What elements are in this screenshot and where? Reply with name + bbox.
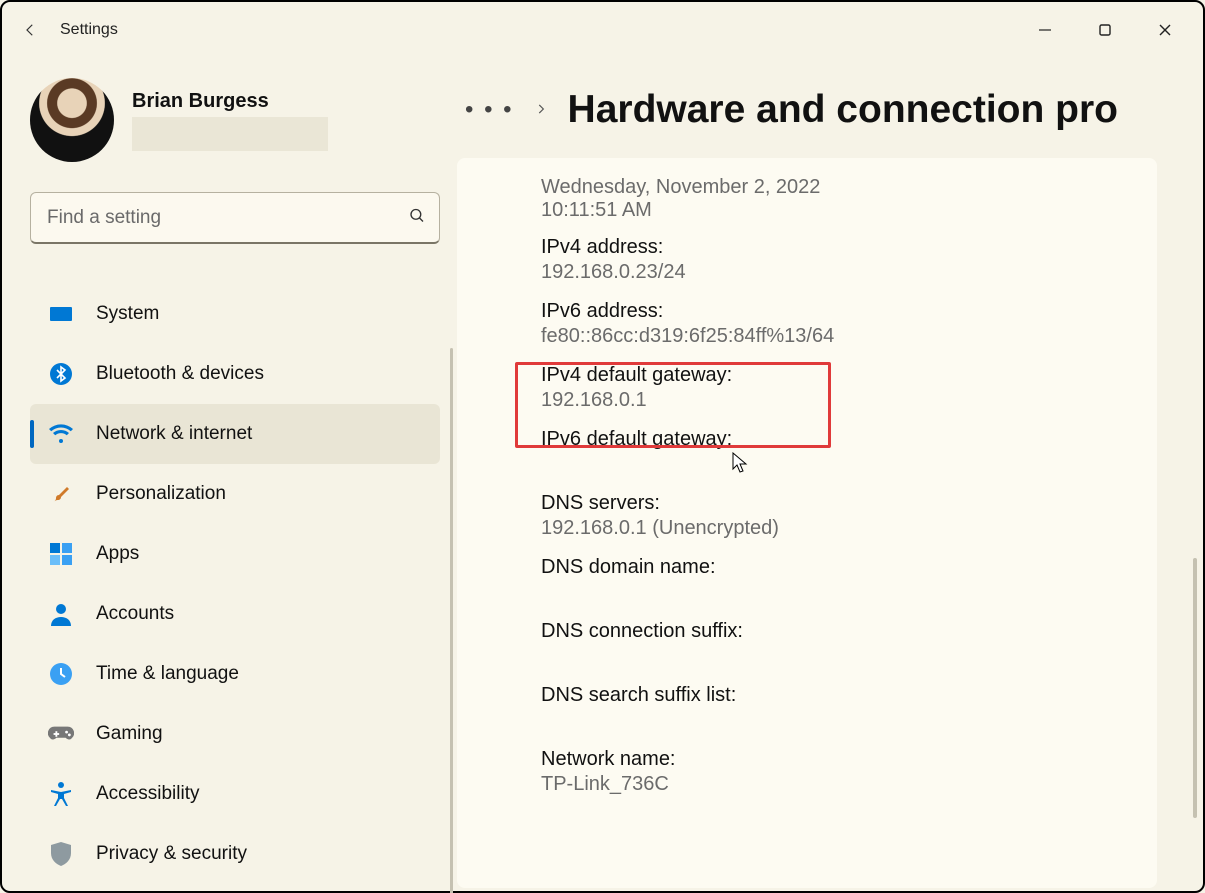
search-wrapper bbox=[30, 192, 440, 244]
sidebar-item-accessibility[interactable]: Accessibility bbox=[30, 764, 440, 824]
breadcrumb-overflow-icon[interactable]: • • • bbox=[465, 98, 514, 122]
ipv6-address-value: fe80::86cc:d319:6f25:84ff%13/64 bbox=[541, 323, 1157, 356]
sidebar-item-personalization[interactable]: Personalization bbox=[30, 464, 440, 524]
accessibility-icon bbox=[48, 781, 74, 807]
breadcrumb: • • • Hardware and connection pro bbox=[457, 88, 1203, 132]
dns-domain-label: DNS domain name: bbox=[541, 548, 1157, 579]
sidebar-item-label: System bbox=[96, 303, 159, 325]
nav-list: System Bluetooth & devices Network & int… bbox=[30, 284, 440, 884]
sidebar-item-label: Gaming bbox=[96, 723, 163, 745]
dns-search-suffix-value bbox=[541, 707, 1157, 740]
profile-email-redacted bbox=[132, 117, 328, 151]
dns-servers-value: 192.168.0.1 (Unencrypted) bbox=[541, 515, 1157, 548]
sidebar-item-privacy[interactable]: Privacy & security bbox=[30, 824, 440, 884]
ipv4-gateway-value: 192.168.0.1 bbox=[541, 387, 1157, 420]
search-icon bbox=[408, 207, 426, 230]
sidebar-item-apps[interactable]: Apps bbox=[30, 524, 440, 584]
content-scrollbar[interactable] bbox=[1193, 558, 1197, 818]
sidebar: Brian Burgess System Bluetooth & de bbox=[2, 58, 457, 891]
titlebar: Settings bbox=[2, 2, 1203, 58]
sidebar-item-label: Personalization bbox=[96, 483, 226, 505]
sidebar-item-bluetooth[interactable]: Bluetooth & devices bbox=[30, 344, 440, 404]
dns-conn-suffix-label: DNS connection suffix: bbox=[541, 612, 1157, 643]
dns-conn-suffix-value bbox=[541, 643, 1157, 676]
close-button[interactable] bbox=[1135, 10, 1195, 50]
sidebar-item-label: Apps bbox=[96, 543, 139, 565]
sidebar-scrollbar[interactable] bbox=[450, 348, 453, 893]
sidebar-item-label: Network & internet bbox=[96, 423, 252, 445]
sidebar-item-system[interactable]: System bbox=[30, 284, 440, 344]
ipv4-address-label: IPv4 address: bbox=[541, 228, 1157, 259]
clock-icon bbox=[48, 661, 74, 687]
ipv4-gateway-label: IPv4 default gateway: bbox=[541, 356, 1157, 387]
sidebar-item-time[interactable]: Time & language bbox=[30, 644, 440, 704]
window-title: Settings bbox=[60, 21, 118, 39]
wifi-icon bbox=[48, 421, 74, 447]
network-name-value: TP-Link_736C bbox=[541, 771, 1157, 804]
ipv6-gateway-label: IPv6 default gateway: bbox=[541, 420, 1157, 451]
back-button[interactable] bbox=[10, 10, 50, 50]
sidebar-item-gaming[interactable]: Gaming bbox=[30, 704, 440, 764]
profile-name: Brian Burgess bbox=[132, 90, 328, 113]
bluetooth-icon bbox=[48, 361, 74, 387]
shield-icon bbox=[48, 841, 74, 867]
chevron-right-icon bbox=[534, 99, 548, 122]
sidebar-item-network[interactable]: Network & internet bbox=[30, 404, 440, 464]
avatar bbox=[30, 78, 114, 162]
network-name-label: Network name: bbox=[541, 740, 1157, 771]
system-icon bbox=[48, 301, 74, 327]
sidebar-item-label: Accessibility bbox=[96, 783, 199, 805]
search-input[interactable] bbox=[30, 192, 440, 244]
minimize-button[interactable] bbox=[1015, 10, 1075, 50]
content-area: • • • Hardware and connection pro Wednes… bbox=[457, 58, 1203, 891]
dns-servers-label: DNS servers: bbox=[541, 484, 1157, 515]
ipv4-address-value: 192.168.0.23/24 bbox=[541, 259, 1157, 292]
sidebar-item-label: Privacy & security bbox=[96, 843, 247, 865]
dns-domain-value bbox=[541, 579, 1157, 612]
sidebar-item-label: Accounts bbox=[96, 603, 174, 625]
user-icon bbox=[48, 601, 74, 627]
details-panel: Wednesday, November 2, 2022 10:11:51 AM … bbox=[457, 158, 1157, 888]
ipv6-gateway-value bbox=[541, 451, 1157, 484]
ipv6-address-label: IPv6 address: bbox=[541, 292, 1157, 323]
sidebar-item-label: Bluetooth & devices bbox=[96, 363, 264, 385]
maximize-button[interactable] bbox=[1075, 10, 1135, 50]
sidebar-item-label: Time & language bbox=[96, 663, 239, 685]
lease-time: 10:11:51 AM bbox=[541, 199, 1157, 228]
dns-search-suffix-label: DNS search suffix list: bbox=[541, 676, 1157, 707]
gamepad-icon bbox=[48, 721, 74, 747]
lease-date: Wednesday, November 2, 2022 bbox=[541, 176, 1157, 199]
brush-icon bbox=[48, 481, 74, 507]
apps-icon bbox=[48, 541, 74, 567]
sidebar-item-accounts[interactable]: Accounts bbox=[30, 584, 440, 644]
page-title: Hardware and connection pro bbox=[568, 88, 1118, 132]
profile-block[interactable]: Brian Burgess bbox=[30, 78, 437, 162]
